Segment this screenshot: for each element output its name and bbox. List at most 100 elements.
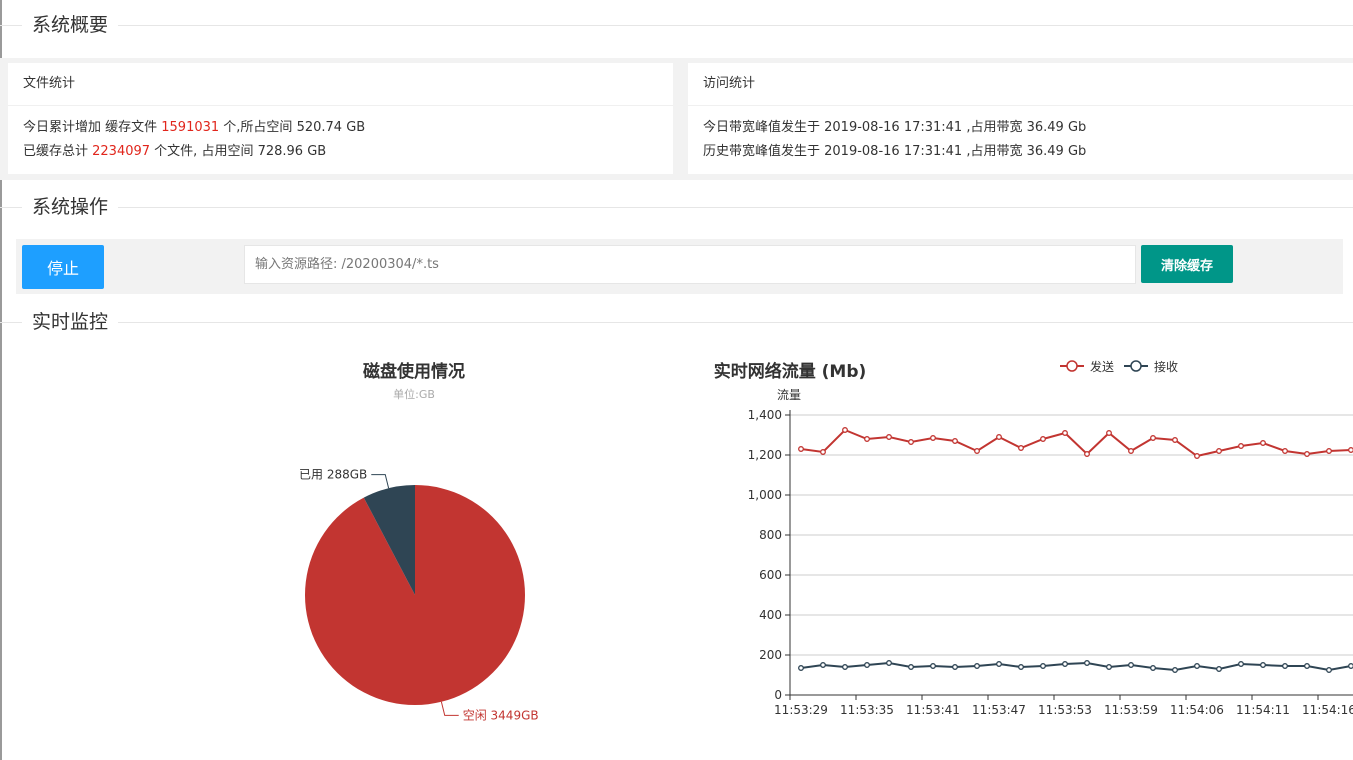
series-point xyxy=(1304,451,1310,457)
pie-title: 磁盘使用情况 xyxy=(363,361,465,382)
file-stats-line-today: 今日累计增加 缓存文件 1591031 个,所占空间 520.74 GB xyxy=(23,116,658,140)
y-tick-label: 400 xyxy=(759,608,782,622)
series-point xyxy=(1348,663,1353,669)
today-prefix: 今日累计增加 缓存文件 xyxy=(23,120,162,135)
series-point xyxy=(1084,451,1090,457)
series-point xyxy=(1260,662,1266,668)
series-point xyxy=(1084,660,1090,666)
y-tick-label: 0 xyxy=(774,688,782,702)
section-overview-title: 系统概要 xyxy=(22,12,119,38)
visit-stats-history: 历史带宽峰值发生于 2019-08-16 17:31:41 ,占用带宽 36.4… xyxy=(703,144,1087,159)
series-point xyxy=(886,434,892,440)
line-title: 实时网络流量 (Mb) xyxy=(714,361,867,382)
series-point xyxy=(974,663,980,669)
section-operations: 系统操作 xyxy=(0,194,1353,220)
series-point xyxy=(864,436,870,442)
stop-button[interactable]: 停止 xyxy=(22,245,104,289)
legend-item-接收[interactable]: 接收 xyxy=(1124,359,1178,374)
resource-path-input[interactable] xyxy=(244,245,1136,284)
y-axis-label: 流量 xyxy=(777,388,801,402)
file-stats-card: 文件统计 今日累计增加 缓存文件 1591031 个,所占空间 520.74 G… xyxy=(8,63,673,174)
series-point xyxy=(1260,440,1266,446)
pie-label: 已用 288GB xyxy=(299,468,367,482)
series-point xyxy=(842,664,848,670)
operations-toolbar: 停止 清除缓存 xyxy=(16,239,1343,294)
series-point xyxy=(952,664,958,670)
series-point xyxy=(820,662,826,668)
series-point xyxy=(930,435,936,441)
series-point xyxy=(798,665,804,671)
x-tick-label: 11:53:53 xyxy=(1038,703,1092,717)
pie-subtitle: 单位:GB xyxy=(393,387,435,401)
series-point xyxy=(798,446,804,452)
section-monitor: 实时监控 xyxy=(0,309,1353,335)
x-tick-label: 11:54:06 xyxy=(1170,703,1224,717)
series-point xyxy=(1326,448,1332,454)
series-point xyxy=(1238,443,1244,449)
total-prefix: 已缓存总计 xyxy=(23,144,93,159)
series-point xyxy=(820,449,826,455)
series-point xyxy=(1040,663,1046,669)
series-point xyxy=(1040,436,1046,442)
file-stats-line-total: 已缓存总计 2234097 个文件, 占用空间 728.96 GB xyxy=(23,140,658,164)
today-file-count: 1591031 xyxy=(161,120,220,135)
series-point xyxy=(1018,664,1024,670)
series-point xyxy=(1194,663,1200,669)
series-point xyxy=(1238,661,1244,667)
pie-label: 空闲 3449GB xyxy=(463,708,539,722)
series-point xyxy=(1172,667,1178,673)
series-point xyxy=(842,427,848,433)
series-point xyxy=(1106,430,1112,436)
series-point xyxy=(1216,666,1222,672)
legend-label: 接收 xyxy=(1154,359,1178,374)
series-point xyxy=(1282,448,1288,454)
y-tick-label: 1,000 xyxy=(748,488,782,502)
series-line-发送 xyxy=(800,428,1352,458)
x-tick-label: 11:53:47 xyxy=(972,703,1026,717)
y-tick-label: 1,400 xyxy=(748,408,782,422)
disk-usage-chart: 磁盘使用情况 单位:GB 空闲 3449GB 已用 288GB xyxy=(299,361,539,722)
series-point xyxy=(1062,430,1068,436)
legend-label: 发送 xyxy=(1090,359,1114,374)
series-point xyxy=(864,662,870,668)
legend-marker xyxy=(1130,360,1142,372)
today-suffix: 个,所占空间 520.74 GB xyxy=(219,120,366,135)
y-tick-label: 600 xyxy=(759,568,782,582)
network-traffic-chart: 实时网络流量 (Mb) 流量 0 200 400 600 800 1,000 1,200 1,… xyxy=(714,359,1353,717)
series-point xyxy=(952,438,958,444)
y-tick-label: 200 xyxy=(759,648,782,662)
visit-stats-body: 今日带宽峰值发生于 2019-08-16 17:31:41 ,占用带宽 36.4… xyxy=(688,106,1353,174)
clear-cache-button[interactable]: 清除缓存 xyxy=(1141,245,1233,283)
series-point xyxy=(930,663,936,669)
legend-item-发送[interactable]: 发送 xyxy=(1060,359,1114,374)
series-point xyxy=(996,434,1002,440)
series-point xyxy=(1194,453,1200,459)
y-tick-label: 1,200 xyxy=(748,448,782,462)
visit-stats-title: 访问统计 xyxy=(688,63,1353,106)
series-point xyxy=(1106,664,1112,670)
x-tick-label: 11:53:29 xyxy=(774,703,828,717)
series-point xyxy=(1348,447,1353,453)
x-tick-label: 11:54:16 xyxy=(1302,703,1353,717)
series-point xyxy=(1128,662,1134,668)
section-operations-title: 系统操作 xyxy=(22,194,119,220)
legend-marker xyxy=(1066,360,1078,372)
file-stats-title: 文件统计 xyxy=(8,63,673,106)
series-point xyxy=(1172,437,1178,443)
series-point xyxy=(1326,667,1332,673)
series-point xyxy=(1282,663,1288,669)
series-point xyxy=(1304,663,1310,669)
visit-stats-today: 今日带宽峰值发生于 2019-08-16 17:31:41 ,占用带宽 36.4… xyxy=(703,120,1087,135)
series-point xyxy=(1216,448,1222,454)
series-point xyxy=(1150,435,1156,441)
file-stats-body: 今日累计增加 缓存文件 1591031 个,所占空间 520.74 GB 已缓存… xyxy=(8,106,673,174)
series-point xyxy=(1150,665,1156,671)
x-tick-label: 11:53:41 xyxy=(906,703,960,717)
x-tick-label: 11:53:59 xyxy=(1104,703,1158,717)
total-file-count: 2234097 xyxy=(92,144,151,159)
total-suffix: 个文件, 占用空间 728.96 GB xyxy=(150,144,327,159)
pie-label-line xyxy=(371,474,390,489)
visit-stats-card: 访问统计 今日带宽峰值发生于 2019-08-16 17:31:41 ,占用带宽… xyxy=(688,63,1353,174)
series-point xyxy=(996,661,1002,667)
x-tick-label: 11:53:35 xyxy=(840,703,894,717)
